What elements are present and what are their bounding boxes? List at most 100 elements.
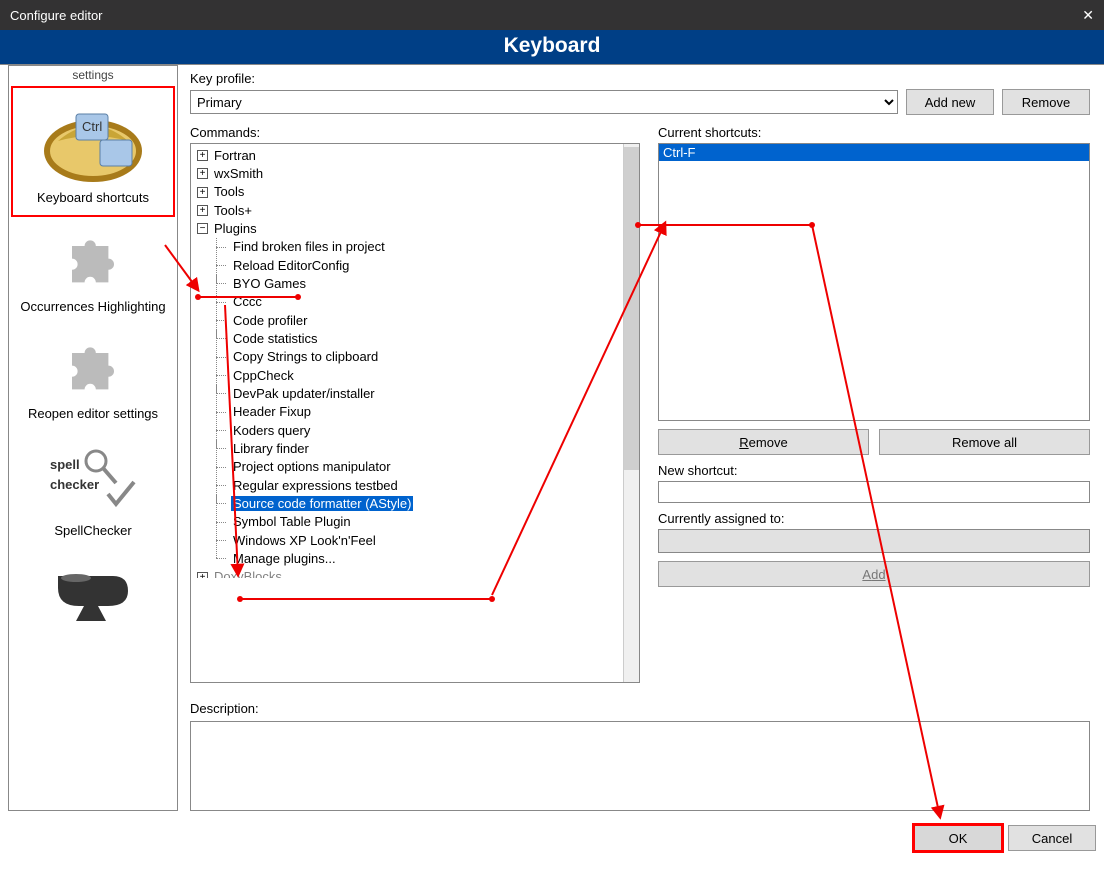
content-panel: Key profile: Primary Add new Remove Comm… (178, 65, 1096, 811)
tree-leaf-label: Koders query (231, 423, 312, 438)
tree-node-label: Tools+ (212, 203, 254, 218)
remove-shortcut-button[interactable]: Remove (658, 429, 869, 455)
tree-leaf-label: Source code formatter (AStyle) (231, 496, 413, 511)
remove-profile-button[interactable]: Remove (1002, 89, 1090, 115)
tree-node[interactable]: + Fortran (197, 146, 623, 164)
tree-leaf[interactable]: Project options manipulator (215, 458, 623, 476)
sidebar-item-label: Keyboard shortcuts (17, 190, 169, 205)
tree-node[interactable]: −Plugins (197, 219, 623, 237)
spellcheck-icon: spell checker (48, 439, 138, 519)
tree-node[interactable]: + DoxyBlocks (197, 568, 623, 578)
tree-leaf-label: Manage plugins... (231, 551, 338, 566)
key-profile-select[interactable]: Primary (190, 90, 898, 114)
tree-leaf-label: Cccc (231, 294, 264, 309)
tree-leaf[interactable]: Find broken files in project (215, 238, 623, 256)
tree-leaf-label: Code statistics (231, 331, 320, 346)
expand-icon[interactable]: + (197, 572, 208, 578)
tree-leaf-label: BYO Games (231, 276, 308, 291)
tree-leaf[interactable]: Regular expressions testbed (215, 476, 623, 494)
tree-leaf[interactable]: Library finder (215, 439, 623, 457)
key-profile-label: Key profile: (190, 71, 1090, 86)
tree-leaf-label: Code profiler (231, 313, 309, 328)
tree-node[interactable]: + Tools (197, 183, 623, 201)
new-shortcut-label: New shortcut: (658, 463, 1090, 478)
sidebar-item-occurrences[interactable]: Occurrences Highlighting (11, 217, 175, 324)
new-shortcut-input[interactable] (658, 481, 1090, 503)
sidebar-item-reopen[interactable]: Reopen editor settings (11, 324, 175, 431)
tree-leaf-label: Symbol Table Plugin (231, 514, 353, 529)
tree-leaf-label: Copy Strings to clipboard (231, 349, 380, 364)
add-new-profile-button[interactable]: Add new (906, 89, 994, 115)
tree-leaf-label: Library finder (231, 441, 311, 456)
cancel-button[interactable]: Cancel (1008, 825, 1096, 851)
keyring-icon: Ctrl (38, 96, 148, 186)
window-title: Configure editor (10, 8, 103, 23)
expand-icon[interactable]: + (197, 168, 208, 179)
tree-node-label: wxSmith (212, 166, 265, 181)
current-shortcuts-label: Current shortcuts: (658, 125, 1090, 140)
remove-all-shortcuts-button[interactable]: Remove all (879, 429, 1090, 455)
tree-leaf-label: Reload EditorConfig (231, 258, 351, 273)
tree-leaf[interactable]: Reload EditorConfig (215, 256, 623, 274)
tree-leaf-label: Find broken files in project (231, 239, 387, 254)
tree-leaf[interactable]: Symbol Table Plugin (215, 513, 623, 531)
sidebar-item-last[interactable] (11, 548, 175, 626)
commands-tree[interactable]: +Fortran+wxSmith+Tools+Tools+−PluginsFin… (191, 144, 623, 682)
commands-label: Commands: (190, 125, 640, 140)
titlebar: Configure editor ✕ (0, 0, 1104, 30)
expand-icon[interactable]: + (197, 150, 208, 161)
tree-leaf[interactable]: Koders query (215, 421, 623, 439)
ok-button[interactable]: OK (914, 825, 1002, 851)
puzzle-icon (53, 332, 133, 402)
sidebar-item-keyboard-shortcuts[interactable]: Ctrl Keyboard shortcuts (11, 86, 175, 217)
tree-leaf[interactable]: Source code formatter (AStyle) (215, 494, 623, 512)
tree-leaf[interactable]: Code statistics (215, 329, 623, 347)
expand-icon[interactable]: + (197, 205, 208, 216)
svg-text:checker: checker (50, 477, 99, 492)
tree-leaf-label: Header Fixup (231, 404, 313, 419)
sidebar-item-label: Occurrences Highlighting (15, 299, 171, 314)
expand-icon[interactable]: + (197, 187, 208, 198)
tree-leaf-label: Project options manipulator (231, 459, 393, 474)
sidebar-item-label: Reopen editor settings (15, 406, 171, 421)
description-label: Description: (190, 701, 1090, 716)
assigned-to-label: Currently assigned to: (658, 511, 1090, 526)
tree-leaf[interactable]: CppCheck (215, 366, 623, 384)
sidebar-item-label: SpellChecker (15, 523, 171, 538)
add-shortcut-button[interactable]: Add (658, 561, 1090, 587)
close-icon[interactable]: ✕ (1082, 7, 1094, 24)
category-sidebar: settings Ctrl Keyboard shortcuts Occurre… (8, 65, 178, 811)
anvil-icon (48, 556, 138, 626)
current-shortcuts-list[interactable]: Ctrl-F (658, 143, 1090, 421)
tree-leaf[interactable]: Windows XP Look'n'Feel (215, 531, 623, 549)
tree-leaf[interactable]: DevPak updater/installer (215, 384, 623, 402)
svg-text:spell: spell (50, 457, 80, 472)
dialog-footer: OK Cancel (0, 819, 1104, 857)
tree-leaf[interactable]: Cccc (215, 293, 623, 311)
tree-node-label: Tools (212, 184, 246, 199)
tree-leaf-label: Regular expressions testbed (231, 478, 400, 493)
tree-node-label: DoxyBlocks (212, 569, 284, 577)
tree-node[interactable]: + Tools+ (197, 201, 623, 219)
tree-node-label: Fortran (212, 148, 258, 163)
sidebar-item-spellchecker[interactable]: spell checker SpellChecker (11, 431, 175, 548)
tree-leaf-label: Windows XP Look'n'Feel (231, 533, 378, 548)
puzzle-icon (53, 225, 133, 295)
tree-leaf[interactable]: Header Fixup (215, 403, 623, 421)
svg-text:Ctrl: Ctrl (82, 119, 102, 134)
assigned-to-display (658, 529, 1090, 553)
collapse-icon[interactable]: − (197, 223, 208, 234)
tree-leaf[interactable]: Manage plugins... (215, 549, 623, 567)
tree-leaf[interactable]: Code profiler (215, 311, 623, 329)
tree-leaf[interactable]: BYO Games (215, 274, 623, 292)
page-banner: Keyboard (0, 30, 1104, 65)
tree-node[interactable]: + wxSmith (197, 164, 623, 182)
sidebar-truncated-label: settings (11, 66, 175, 86)
tree-leaf-label: DevPak updater/installer (231, 386, 377, 401)
description-box (190, 721, 1090, 811)
tree-leaf-label: CppCheck (231, 368, 296, 383)
tree-scrollbar[interactable] (623, 144, 639, 682)
shortcut-item[interactable]: Ctrl-F (659, 144, 1089, 161)
tree-leaf[interactable]: Copy Strings to clipboard (215, 348, 623, 366)
tree-node-label: Plugins (212, 221, 259, 236)
